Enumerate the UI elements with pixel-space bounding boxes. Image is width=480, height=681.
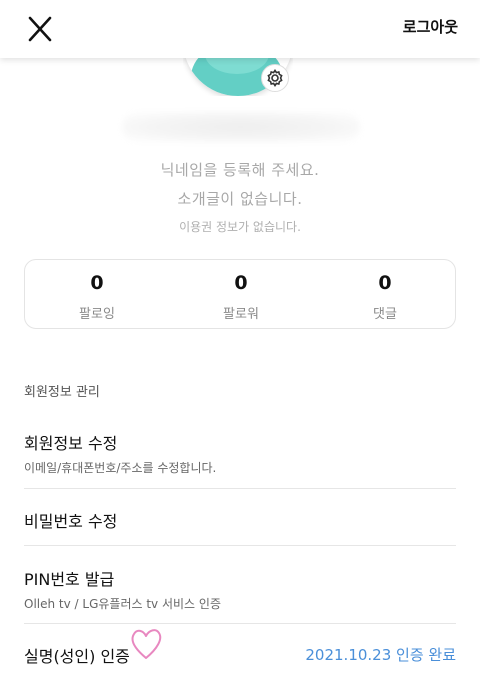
stat-value: 0 — [378, 272, 392, 294]
stat-label: 팔로잉 — [79, 307, 115, 322]
menu-item-title: 회원정보 수정 — [24, 434, 118, 453]
stats-card: 0 팔로잉 0 팔로워 0 댓글 — [24, 259, 456, 329]
stat-value: 0 — [90, 272, 104, 294]
stat-value: 0 — [234, 272, 248, 294]
top-bar: 로그아웃 — [0, 0, 480, 58]
bio-text: 소개글이 없습니다. — [177, 190, 303, 208]
pass-info: 이용권 정보가 없습니다. — [179, 220, 301, 234]
stat-label: 댓글 — [373, 307, 397, 322]
section-title: 회원정보 관리 — [24, 385, 100, 400]
verification-status: 2021.10.23 인증 완료 — [305, 646, 456, 664]
logout-button[interactable]: 로그아웃 — [403, 16, 458, 37]
menu-item-title: PIN번호 발급 — [24, 570, 115, 589]
stat-label: 팔로워 — [223, 307, 259, 322]
heart-doodle-icon — [131, 629, 162, 659]
menu-item-subtitle: 이메일/휴대폰번호/주소를 수정합니다. — [24, 461, 217, 475]
divider — [24, 623, 456, 624]
divider — [24, 545, 456, 546]
gear-icon — [267, 69, 283, 87]
stat-following[interactable]: 0 팔로잉 — [25, 260, 169, 330]
stat-followers[interactable]: 0 팔로워 — [169, 260, 313, 330]
menu-item-subtitle: Olleh tv / LG유플러스 tv 서비스 인증 — [24, 597, 221, 611]
profile-settings-button[interactable] — [261, 64, 289, 92]
menu-item-title: 비밀번호 수정 — [24, 512, 118, 531]
nickname-prompt[interactable]: 닉네임을 등록해 주세요. — [0, 159, 480, 180]
stat-comments[interactable]: 0 댓글 — [313, 260, 457, 330]
blurred-username — [122, 112, 360, 142]
divider — [24, 488, 456, 489]
change-password[interactable]: 비밀번호 수정 — [24, 508, 456, 532]
edit-member-info[interactable]: 회원정보 수정 이메일/휴대폰번호/주소를 수정합니다. — [24, 430, 456, 476]
close-button[interactable] — [22, 12, 58, 48]
issue-pin[interactable]: PIN번호 발급 Olleh tv / LG유플러스 tv 서비스 인증 — [24, 566, 456, 612]
close-icon — [28, 16, 52, 42]
